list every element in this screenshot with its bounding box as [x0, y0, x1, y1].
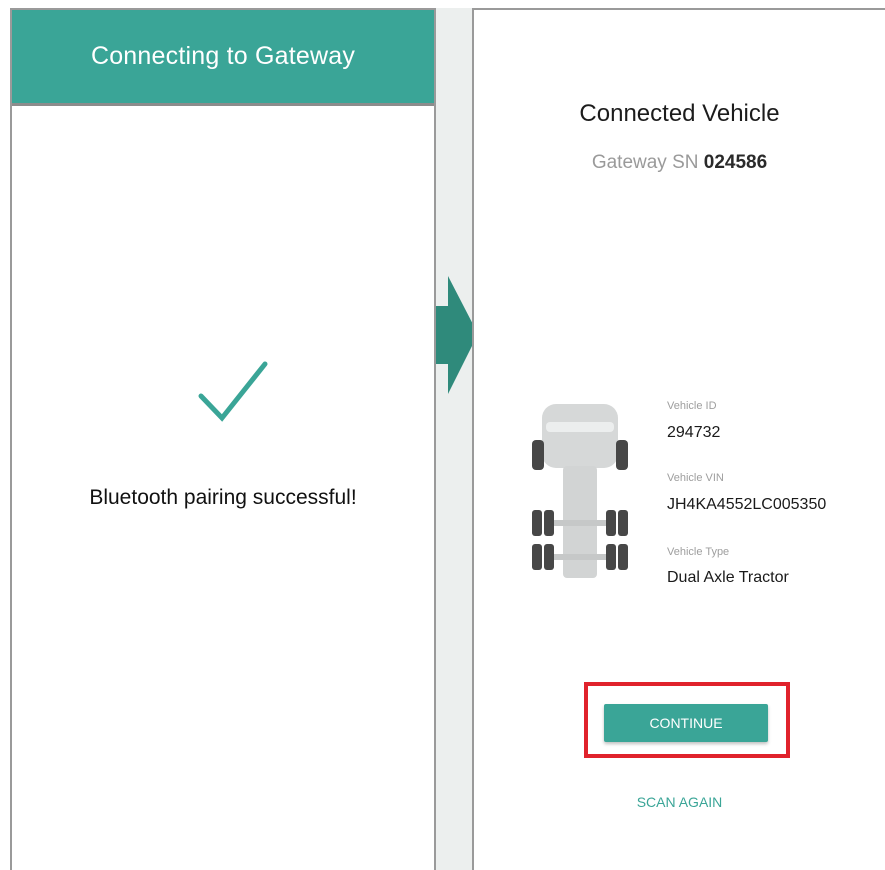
vehicle-type-value: Dual Axle Tractor — [667, 569, 789, 586]
vehicle-id-label: Vehicle ID — [667, 400, 717, 412]
vehicle-vin-label: Vehicle VIN — [667, 472, 724, 484]
scan-again-link[interactable]: SCAN AGAIN — [474, 794, 885, 810]
continue-button[interactable]: CONTINUE — [604, 704, 768, 742]
check-icon — [198, 361, 268, 422]
gateway-sn-label: Gateway SN — [591, 152, 699, 173]
screen-gutter — [436, 8, 472, 870]
vehicle-id-value: 294732 — [667, 424, 721, 441]
connecting-screen: Connecting to Gateway Bluetooth pairing … — [10, 8, 436, 870]
gateway-sn-value: 024586 — [703, 152, 768, 173]
connected-vehicle-screen: Connected Vehicle Gateway SN 024586 Vehi… — [472, 8, 885, 870]
vehicle-vin-value: JH4KA4552LC005350 — [667, 496, 827, 513]
page-title: Connected Vehicle — [579, 100, 780, 127]
app-bar: Connecting to Gateway — [12, 10, 434, 106]
vehicle-type-label: Vehicle Type — [667, 546, 730, 558]
pairing-success-message: Bluetooth pairing successful! — [89, 486, 357, 509]
truck-top-view-icon — [532, 404, 628, 578]
app-bar-title: Connecting to Gateway — [90, 42, 356, 70]
gateway-sn: Gateway SN 024586 — [474, 152, 885, 174]
